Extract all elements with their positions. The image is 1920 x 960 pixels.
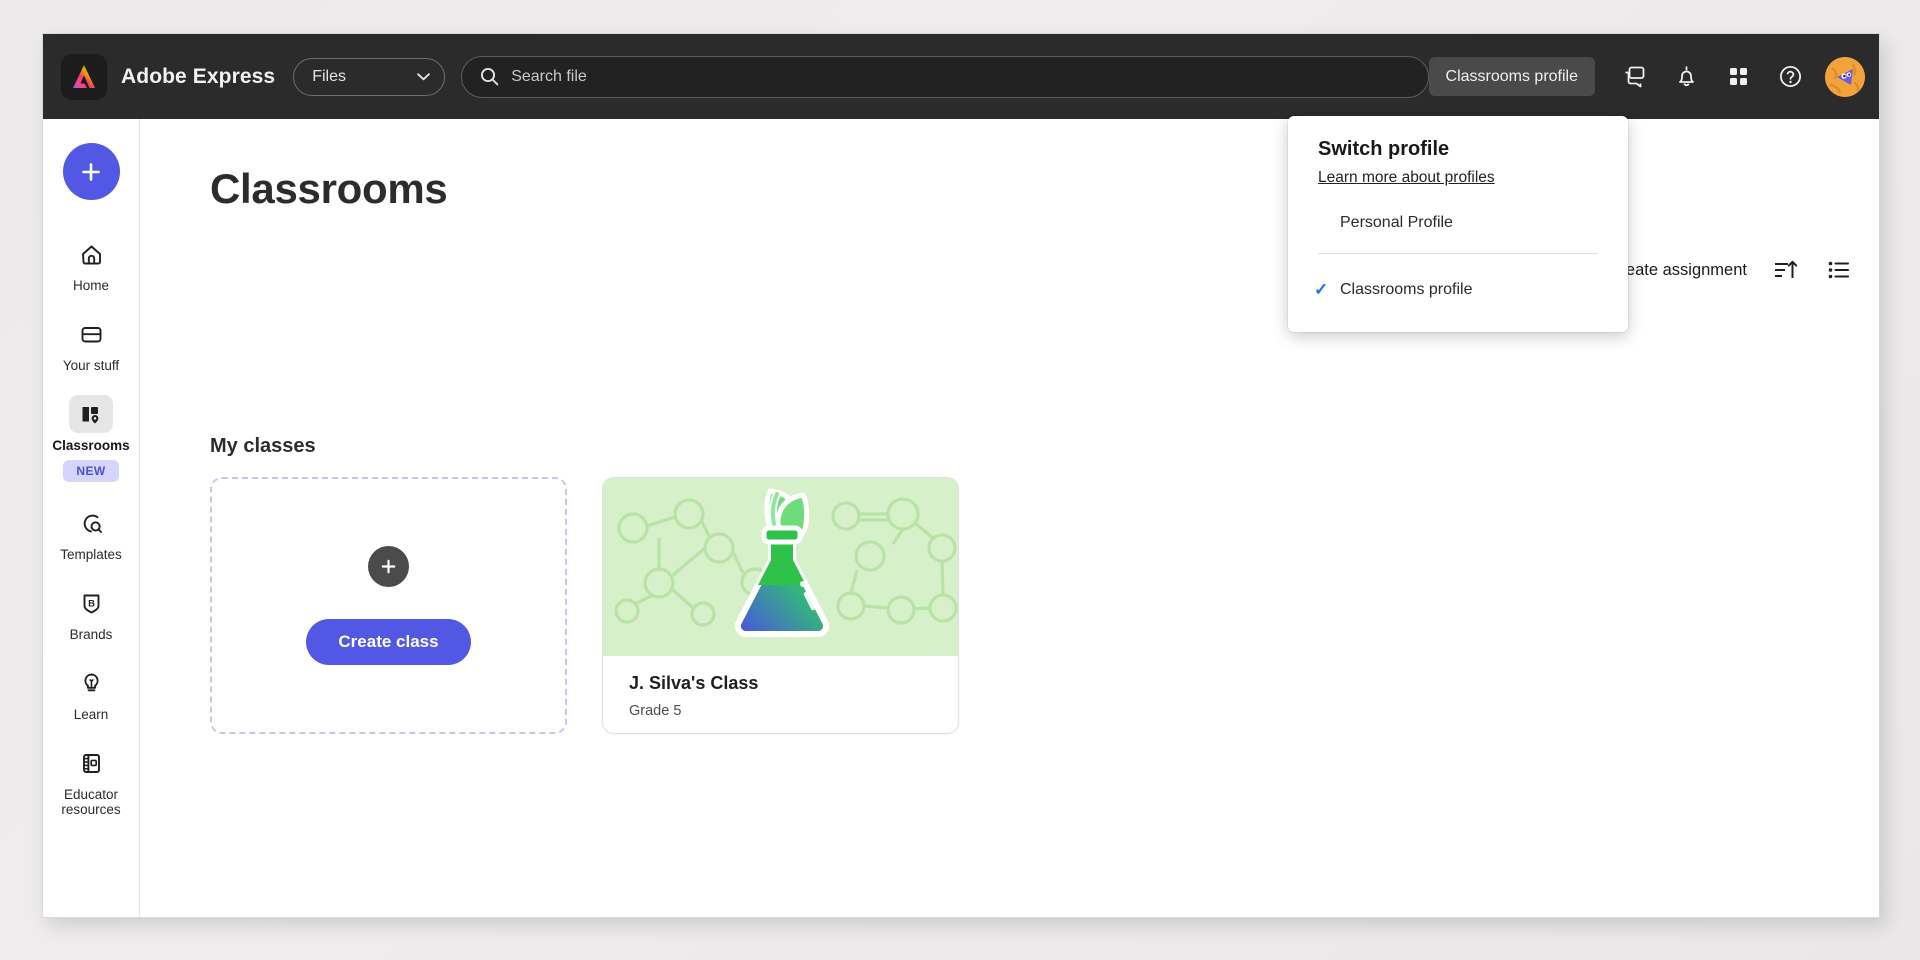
educator-resources-icon-wrap [69, 744, 113, 782]
sidebar-item-learn[interactable]: Learn [45, 657, 138, 728]
search-input[interactable]: Search file [461, 55, 1429, 98]
sidebar-label-home: Home [72, 278, 109, 293]
section-title-my-classes: My classes [210, 435, 316, 457]
create-new-button[interactable] [62, 143, 120, 200]
templates-search-icon [83, 514, 102, 533]
bell-icon[interactable] [1663, 54, 1709, 100]
create-class-plus-button[interactable] [368, 546, 409, 587]
left-sidebar: Home Your stuff Classrooms NEW Templates… [43, 119, 140, 917]
sidebar-label-templates: Templates [60, 547, 122, 562]
plus-icon [381, 559, 396, 574]
switch-profile-dropdown: Switch profile Learn more about profiles… [1288, 116, 1628, 332]
menu-item-classrooms-profile[interactable]: ✓ Classrooms profile [1288, 268, 1628, 312]
header-actions: Classrooms profile [1428, 54, 1865, 100]
sidebar-label-classrooms: Classrooms [52, 438, 130, 453]
menu-item-personal-profile[interactable]: Personal Profile [1288, 201, 1628, 245]
sidebar-item-your-stuff[interactable]: Your stuff [45, 308, 138, 379]
sidebar-item-templates[interactable]: Templates [45, 497, 138, 568]
templates-icon-wrap [69, 504, 113, 542]
sidebar-label-your-stuff: Your stuff [62, 358, 120, 373]
learn-more-about-profiles-link[interactable]: Learn more about profiles [1288, 169, 1628, 187]
sort-ascending-icon[interactable] [1765, 250, 1805, 290]
brand-name: Adobe Express [121, 64, 276, 88]
class-name: J. Silva's Class [629, 673, 759, 693]
classes-grid: Create class J. Silva's Class Grade 5 [210, 477, 959, 734]
adobe-express-logo[interactable] [61, 53, 107, 100]
brand-shield-icon: B [83, 594, 99, 613]
create-class-card[interactable]: Create class [210, 477, 567, 734]
folder-icon-wrap [69, 315, 113, 353]
classrooms-icon-wrap [69, 395, 113, 433]
sidebar-item-home[interactable]: Home [45, 228, 138, 299]
chat-icon[interactable] [1611, 54, 1657, 100]
svg-text:B: B [88, 598, 95, 609]
sidebar-item-brands[interactable]: B Brands [45, 577, 138, 648]
apps-grid-icon[interactable] [1715, 54, 1761, 100]
switch-profile-title: Switch profile [1318, 138, 1450, 160]
menu-item-classrooms-profile-label: Classrooms profile [1340, 281, 1473, 298]
home-icon [81, 245, 101, 264]
files-select[interactable]: Files [293, 57, 446, 96]
profile-switch-button[interactable]: Classrooms profile [1428, 57, 1595, 96]
home-icon-wrap [69, 235, 113, 273]
class-thumbnail [603, 478, 958, 656]
help-circle-icon[interactable] [1767, 54, 1813, 100]
menu-item-personal-profile-label: Personal Profile [1340, 214, 1453, 231]
sidebar-item-classrooms[interactable]: Classrooms NEW [45, 388, 138, 488]
sidebar-label-brands: Brands [69, 627, 113, 642]
sidebar-label-educator-resources: Educator resources [61, 787, 121, 817]
brands-icon-wrap: B [69, 584, 113, 622]
top-header-bar: Adobe Express Files Search file Classroo… [43, 34, 1879, 119]
science-flask-sprout-illustration [603, 478, 958, 656]
app-window: Adobe Express Files Search file Classroo… [42, 33, 1880, 918]
create-class-button[interactable]: Create class [306, 619, 471, 665]
plus-icon [82, 162, 100, 181]
menu-divider [1318, 253, 1598, 254]
lightbulb-icon [83, 673, 99, 691]
notebook-icon [82, 753, 100, 773]
sidebar-item-educator-resources[interactable]: Educator resources [45, 737, 138, 823]
class-card-meta: J. Silva's Class Grade 5 [603, 656, 958, 719]
user-avatar[interactable] [1825, 56, 1865, 97]
search-placeholder: Search file [511, 67, 587, 85]
list-view-icon[interactable] [1819, 250, 1859, 290]
check-icon: ✓ [1314, 280, 1329, 299]
class-grade: Grade 5 [629, 703, 682, 719]
sidebar-badge-new: NEW [63, 460, 119, 482]
folder-icon [81, 326, 101, 342]
search-icon [481, 67, 499, 86]
learn-icon-wrap [69, 664, 113, 702]
chevron-down-icon [417, 72, 430, 80]
files-select-value: Files [312, 67, 346, 85]
classrooms-icon [82, 406, 98, 423]
class-card[interactable]: J. Silva's Class Grade 5 [602, 477, 959, 734]
page-title: Classrooms [210, 165, 448, 212]
content-toolbar: Create assignment [1605, 250, 1860, 290]
sidebar-label-learn: Learn [73, 707, 109, 722]
